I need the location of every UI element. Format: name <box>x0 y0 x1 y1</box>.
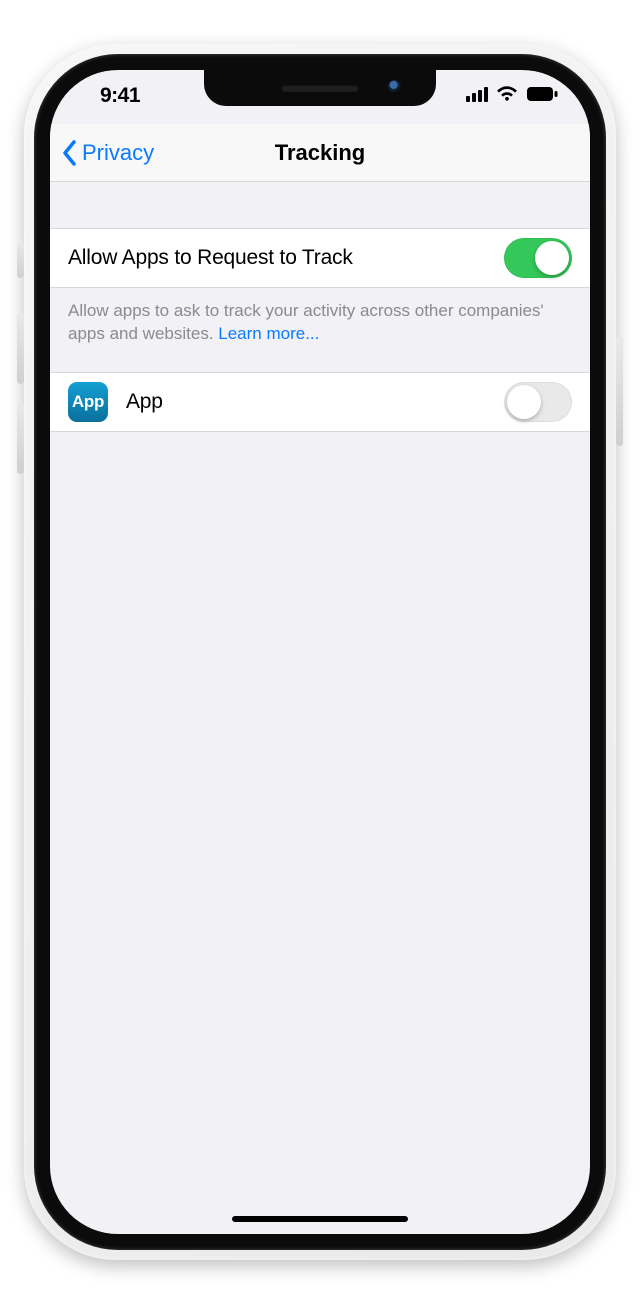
battery-icon <box>526 86 558 102</box>
volume-up-button <box>17 312 24 384</box>
chevron-left-icon <box>62 140 78 166</box>
app-icon: App <box>68 382 108 422</box>
page-title: Tracking <box>275 140 365 166</box>
app-row: App App <box>50 372 590 432</box>
allow-tracking-row: Allow Apps to Request to Track <box>50 228 590 288</box>
ring-switch <box>17 242 24 278</box>
status-time: 9:41 <box>100 84 140 108</box>
volume-down-button <box>17 402 24 474</box>
app-name-label: App <box>126 390 163 414</box>
home-indicator[interactable] <box>232 1216 408 1222</box>
allow-tracking-label: Allow Apps to Request to Track <box>68 246 353 270</box>
navigation-bar: Privacy Tracking <box>50 124 590 182</box>
side-button <box>616 336 623 446</box>
learn-more-link[interactable]: Learn more... <box>218 324 319 343</box>
notch <box>204 70 436 106</box>
wifi-icon <box>496 86 518 102</box>
tracking-footer: Allow apps to ask to track your activity… <box>50 288 590 346</box>
back-button[interactable]: Privacy <box>62 124 154 181</box>
front-camera <box>388 80 402 94</box>
earpiece-speaker <box>281 84 359 92</box>
phone-frame: 9:41 <box>24 44 616 1260</box>
back-label: Privacy <box>82 140 154 166</box>
app-tracking-toggle[interactable] <box>504 382 572 422</box>
cellular-signal-icon <box>466 87 488 102</box>
phone-screen: 9:41 <box>50 70 590 1234</box>
allow-tracking-toggle[interactable] <box>504 238 572 278</box>
